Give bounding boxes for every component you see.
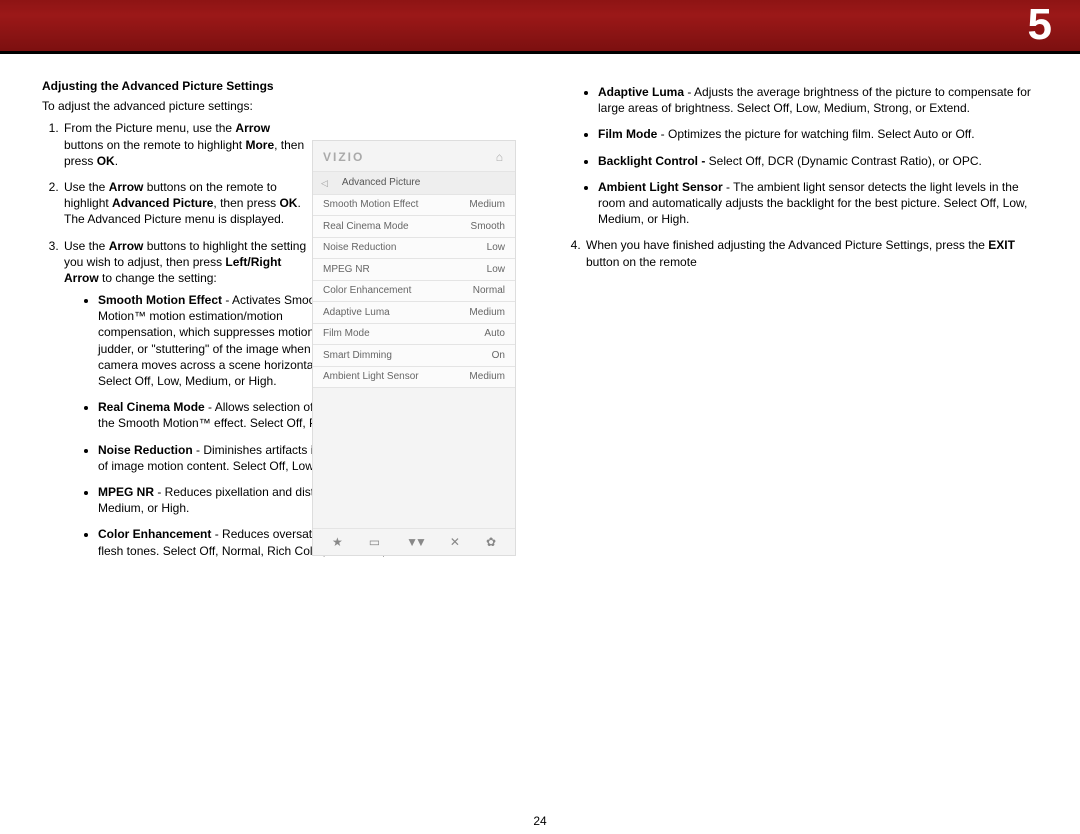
osd-row-value: Low bbox=[487, 263, 505, 277]
text-bold: Arrow bbox=[109, 239, 144, 253]
left-column: Adjusting the Advanced Picture Settings … bbox=[42, 78, 516, 808]
osd-header: VIZIO ⌂ bbox=[313, 141, 515, 171]
osd-row: Film Mode Auto bbox=[313, 324, 515, 346]
page-number: 24 bbox=[0, 814, 1080, 828]
text-bold: Arrow bbox=[235, 121, 270, 135]
bullet-backlight-control: Backlight Control - Select Off, DCR (Dyn… bbox=[598, 153, 1038, 169]
star-icon: ★ bbox=[332, 534, 343, 550]
osd-row-value: Low bbox=[487, 241, 505, 255]
text-bold: Advanced Picture bbox=[112, 196, 213, 210]
osd-row-value: Auto bbox=[484, 327, 505, 341]
steps-list-continued: When you have finished adjusting the Adv… bbox=[564, 237, 1038, 269]
osd-row: MPEG NR Low bbox=[313, 259, 515, 281]
header-band: 5 bbox=[0, 0, 1080, 54]
v-icon: ▼▼ bbox=[406, 534, 424, 550]
bullet-film-mode: Film Mode - Optimizes the picture for wa… bbox=[598, 126, 1038, 142]
setting-bullets-right: Adaptive Luma - Adjusts the average brig… bbox=[564, 84, 1038, 227]
osd-rows: Smooth Motion Effect Medium Real Cinema Mo… bbox=[313, 195, 515, 389]
home-icon: ⌂ bbox=[496, 149, 505, 165]
osd-row: Adaptive Luma Medium bbox=[313, 302, 515, 324]
gear-icon: ✿ bbox=[486, 534, 496, 550]
bullet-smooth-motion: Smooth Motion Effect - Activates Smooth … bbox=[98, 292, 344, 389]
bullet-desc: Select Off, DCR (Dynamic Contrast Ratio)… bbox=[709, 154, 982, 168]
bullet-title: Color Enhancement bbox=[98, 527, 211, 541]
intro-text: To adjust the advanced picture settings: bbox=[42, 98, 516, 114]
text-bold: OK bbox=[97, 154, 115, 168]
osd-row-value: On bbox=[492, 349, 505, 363]
osd-row-label: Smart Dimming bbox=[323, 349, 392, 363]
osd-row: Smooth Motion Effect Medium bbox=[313, 195, 515, 217]
right-column: Adaptive Luma - Adjusts the average brig… bbox=[564, 78, 1038, 808]
back-icon: ◁ bbox=[321, 177, 328, 189]
osd-row-value: Medium bbox=[469, 370, 505, 384]
bullet-desc: - Optimizes the picture for watching fil… bbox=[657, 127, 974, 141]
osd-menu: VIZIO ⌂ ◁ Advanced Picture Smooth Motion… bbox=[312, 140, 516, 556]
bullet-ambient-light-sensor: Ambient Light Sensor - The ambient light… bbox=[598, 179, 1038, 228]
section-heading: Adjusting the Advanced Picture Settings bbox=[42, 78, 516, 94]
text: button on the remote bbox=[586, 255, 697, 269]
text: to change the setting: bbox=[99, 271, 217, 285]
osd-title-row: ◁ Advanced Picture bbox=[313, 171, 515, 195]
chapter-number: 5 bbox=[1028, 0, 1052, 50]
osd-row-label: Adaptive Luma bbox=[323, 306, 390, 320]
text: Use the bbox=[64, 180, 109, 194]
osd-row-value: Smooth bbox=[471, 220, 505, 234]
osd-row-label: Noise Reduction bbox=[323, 241, 396, 255]
bullet-title: Noise Reduction bbox=[98, 443, 193, 457]
bullet-title: MPEG NR bbox=[98, 485, 154, 499]
step-4: When you have finished adjusting the Adv… bbox=[584, 237, 1038, 269]
text: buttons on the remote to highlight bbox=[64, 138, 245, 152]
x-icon: ✕ bbox=[450, 534, 460, 550]
osd-row-label: Film Mode bbox=[323, 327, 370, 341]
text: Use the bbox=[64, 239, 109, 253]
page-body: Adjusting the Advanced Picture Settings … bbox=[42, 78, 1038, 808]
osd-row-value: Medium bbox=[469, 198, 505, 212]
osd-row-label: Smooth Motion Effect bbox=[323, 198, 418, 212]
bullet-adaptive-luma: Adaptive Luma - Adjusts the average brig… bbox=[598, 84, 1038, 116]
text-bold: More bbox=[245, 138, 274, 152]
osd-row: Color Enhancement Normal bbox=[313, 281, 515, 303]
osd-row: Ambient Light Sensor Medium bbox=[313, 367, 515, 389]
osd-footer: ★ ▭ ▼▼ ✕ ✿ bbox=[313, 528, 515, 555]
osd-logo: VIZIO bbox=[323, 149, 364, 165]
bullet-title: Film Mode bbox=[598, 127, 657, 141]
osd-row-label: MPEG NR bbox=[323, 263, 370, 277]
text-bold: EXIT bbox=[988, 238, 1015, 252]
bullet-title: Adaptive Luma bbox=[598, 85, 684, 99]
bullet-title: Smooth Motion Effect bbox=[98, 293, 222, 307]
bullet-desc: - Activates Smooth Motion™ motion estima… bbox=[98, 293, 331, 388]
osd-body-spacer bbox=[313, 388, 515, 528]
osd-row-label: Ambient Light Sensor bbox=[323, 370, 419, 384]
step-1: From the Picture menu, use the Arrow but… bbox=[62, 120, 308, 169]
osd-row-value: Normal bbox=[473, 284, 505, 298]
text: , then press bbox=[213, 196, 279, 210]
text-bold: Arrow bbox=[109, 180, 144, 194]
osd-row-label: Real Cinema Mode bbox=[323, 220, 409, 234]
text: From the Picture menu, use the bbox=[64, 121, 235, 135]
step-2: Use the Arrow buttons on the remote to h… bbox=[62, 179, 308, 228]
bullet-title: Backlight Control - bbox=[598, 154, 709, 168]
text: When you have finished adjusting the Adv… bbox=[586, 238, 988, 252]
text: . bbox=[115, 154, 118, 168]
bullet-title: Real Cinema Mode bbox=[98, 400, 205, 414]
osd-row: Real Cinema Mode Smooth bbox=[313, 216, 515, 238]
cc-icon: ▭ bbox=[369, 534, 380, 550]
text-bold: OK bbox=[279, 196, 297, 210]
bullet-title: Ambient Light Sensor bbox=[598, 180, 723, 194]
osd-title: Advanced Picture bbox=[342, 176, 420, 190]
osd-row: Smart Dimming On bbox=[313, 345, 515, 367]
osd-row-label: Color Enhancement bbox=[323, 284, 411, 298]
osd-row: Noise Reduction Low bbox=[313, 238, 515, 260]
osd-row-value: Medium bbox=[469, 306, 505, 320]
